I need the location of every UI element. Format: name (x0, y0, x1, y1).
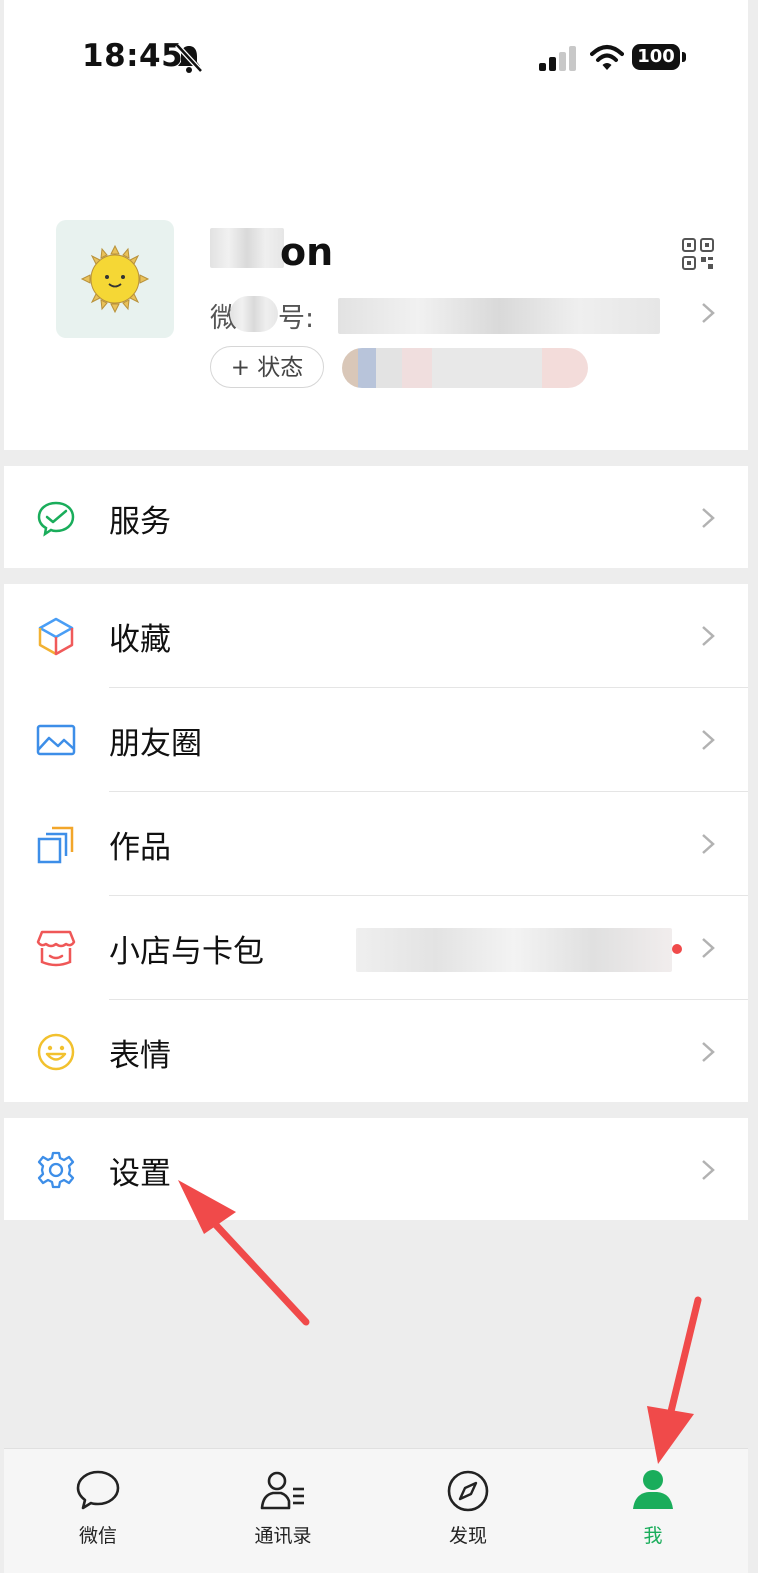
battery-indicator: 100 (632, 44, 688, 72)
profile-chevron-right-icon (702, 303, 715, 323)
menu-label-moments: 朋友圈 (109, 726, 202, 762)
chevron-right-icon (702, 626, 715, 646)
gear-icon (37, 1151, 75, 1189)
battery-nub (682, 52, 686, 62)
wifi-icon (590, 45, 624, 70)
moments-picture-icon (36, 724, 76, 756)
service-icon (37, 501, 75, 537)
profile-card[interactable]: on 微 号: + 状态 (4, 110, 748, 450)
wechat-id-label-b: 号: (278, 303, 315, 334)
status-bar: 18:45 100 (4, 0, 748, 110)
contacts-person-icon (260, 1471, 304, 1510)
tab-me[interactable]: 我 (593, 1467, 713, 1559)
qr-code-icon[interactable] (682, 238, 714, 270)
menu-label-stickers: 表情 (109, 1038, 171, 1074)
services-section: 服务 (4, 466, 748, 568)
chevron-right-icon (702, 730, 715, 750)
tab-chats[interactable]: 微信 (38, 1467, 158, 1559)
tab-label-chats: 微信 (78, 1525, 117, 1547)
nickname-blur (210, 228, 284, 268)
person-filled-icon (633, 1470, 673, 1509)
favorites-cube-icon (38, 617, 74, 656)
menu-label-works: 作品 (109, 830, 171, 866)
chevron-right-icon (702, 508, 715, 528)
battery-level: 100 (632, 44, 680, 70)
tab-label-discover: 发现 (448, 1525, 487, 1547)
add-status-button[interactable]: + 状态 (210, 346, 324, 388)
menu-label-service: 服务 (109, 504, 171, 540)
bottom-tab-bar: 微信 通讯录 发现 我 (4, 1448, 748, 1573)
menu-item-shop-cards[interactable]: 小店与卡包 (4, 896, 748, 1000)
shop-promo-blur (356, 928, 672, 972)
menu-label-shop-cards: 小店与卡包 (109, 934, 264, 970)
status-time: 18:45 (82, 38, 184, 74)
red-dot-badge (672, 944, 682, 954)
works-pages-icon (37, 826, 74, 864)
chevron-right-icon (702, 1160, 715, 1180)
smiley-face-icon (37, 1033, 75, 1071)
main-menu-section: 收藏 朋友圈 作品 小店与卡包 表情 (4, 584, 748, 1102)
chevron-right-icon (702, 1042, 715, 1062)
tab-label-contacts: 通讯录 (254, 1525, 312, 1547)
tab-contacts[interactable]: 通讯录 (223, 1467, 343, 1559)
nickname: on (280, 230, 334, 274)
menu-label-settings: 设置 (109, 1156, 171, 1192)
shop-awning-icon (36, 930, 76, 967)
chevron-right-icon (702, 938, 715, 958)
wechat-id-blur (338, 298, 660, 334)
menu-item-favorites[interactable]: 收藏 (4, 584, 748, 688)
menu-item-service[interactable]: 服务 (4, 466, 748, 570)
menu-item-moments[interactable]: 朋友圈 (4, 688, 748, 792)
menu-item-stickers[interactable]: 表情 (4, 1000, 748, 1104)
phone-screen: 18:45 100 on 微 号: + 状态 服务 收藏 朋友圈 作品 小店与卡… (4, 0, 748, 1573)
settings-section: 设置 (4, 1118, 748, 1220)
compass-icon (447, 1470, 489, 1512)
chat-bubble-icon (76, 1470, 120, 1510)
menu-item-works[interactable]: 作品 (4, 792, 748, 896)
tab-discover[interactable]: 发现 (408, 1467, 528, 1559)
tab-label-me: 我 (643, 1525, 663, 1547)
status-friends-blur (342, 348, 588, 388)
avatar[interactable] (56, 220, 174, 338)
menu-label-favorites: 收藏 (109, 622, 171, 658)
menu-item-settings[interactable]: 设置 (4, 1118, 748, 1222)
chevron-right-icon (702, 834, 715, 854)
cellular-signal-icon (539, 46, 576, 71)
mute-bell-icon (175, 43, 203, 73)
sun-avatar-icon (80, 244, 150, 314)
wechat-id-label-blur (230, 296, 278, 332)
